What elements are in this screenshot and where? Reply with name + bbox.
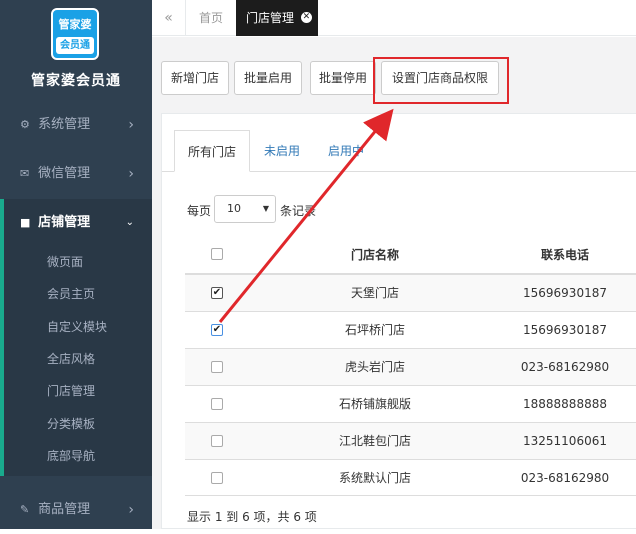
table-row: ✔ 天堡门店 15696930187 xyxy=(185,274,636,311)
row-checkbox[interactable] xyxy=(211,472,223,484)
tab-label: 门店管理 xyxy=(246,11,295,25)
column-header-name: 门店名称 xyxy=(350,248,399,262)
select-all-checkbox[interactable] xyxy=(211,248,223,260)
envelope-icon: ✉ xyxy=(20,167,30,180)
column-header-phone: 联系电话 xyxy=(540,248,589,262)
store-name-cell: 虎头岩门店 xyxy=(344,360,405,374)
store-phone-cell: 18888888888 xyxy=(523,397,607,411)
pagination-info: 显示 1 到 6 项，共 6 项 xyxy=(187,510,317,524)
submenu-item-store-style[interactable]: 全店风格 xyxy=(47,349,95,369)
tab-home[interactable]: 首页 xyxy=(186,0,236,36)
sidebar-item-goods[interactable]: ✎ 商品管理 › xyxy=(0,486,152,534)
sidebar-item-system[interactable]: ⚙ 系统管理 › xyxy=(0,101,152,149)
per-page-label: 每页 xyxy=(187,204,212,218)
tab-bar: « 首页 门店管理 ✕ xyxy=(152,0,636,36)
store-phone-cell: 15696930187 xyxy=(523,323,607,337)
chevron-right-icon: › xyxy=(128,117,134,133)
submenu-item-category-template[interactable]: 分类模板 xyxy=(47,414,95,434)
row-checkbox[interactable] xyxy=(211,435,223,447)
sidebar-item-wechat[interactable]: ✉ 微信管理 › xyxy=(0,150,152,198)
tab-store-management[interactable]: 门店管理 ✕ xyxy=(236,0,318,36)
table-row: 虎头岩门店 023-68162980 xyxy=(185,348,636,385)
edit-icon: ✎ xyxy=(20,503,30,516)
batch-disable-button[interactable]: 批量停用 xyxy=(310,61,376,95)
store-name-cell: 江北鞋包门店 xyxy=(338,434,411,448)
store-name-cell: 石坪桥门店 xyxy=(344,323,405,337)
chevron-right-icon: › xyxy=(128,502,134,518)
row-checkbox[interactable]: ✔ xyxy=(211,287,223,299)
caret-down-icon: ▼ xyxy=(262,204,269,213)
sidebar-item-label: 店铺管理 xyxy=(38,215,91,230)
tab-all-stores[interactable]: 所有门店 xyxy=(174,130,250,172)
sidebar-item-label: 系统管理 xyxy=(38,117,91,132)
per-page-value: 10 xyxy=(227,202,241,215)
chevron-down-icon: ⌄ xyxy=(125,217,134,228)
sidebar-item-label: 微信管理 xyxy=(38,166,91,181)
store-phone-cell: 15696930187 xyxy=(523,286,607,300)
store-table: 门店名称 联系电话 ✔ 天堡门店 15696930187 ✔ 石坪桥门店 156… xyxy=(185,236,636,496)
shop-submenu: 微页面 会员主页 自定义模块 全店风格 门店管理 分类模板 底部导航 xyxy=(0,246,152,476)
submenu-item-member-home[interactable]: 会员主页 xyxy=(47,284,95,304)
store-icon: ■ xyxy=(20,216,31,229)
store-phone-cell: 023-68162980 xyxy=(520,471,610,485)
logo-text-top: 管家婆 xyxy=(58,18,92,31)
tab-disabled-stores[interactable]: 未启用 xyxy=(250,130,314,172)
submenu-item-custom-module[interactable]: 自定义模块 xyxy=(47,317,107,337)
table-row: 石桥铺旗舰版 18888888888 xyxy=(185,385,636,422)
store-phone-cell: 13251106061 xyxy=(523,434,607,448)
submenu-item-micropage[interactable]: 微页面 xyxy=(47,252,83,272)
add-store-button[interactable]: 新增门店 xyxy=(161,61,229,95)
store-name-cell: 石桥铺旗舰版 xyxy=(338,397,411,411)
row-checkbox[interactable] xyxy=(211,398,223,410)
gear-icon: ⚙ xyxy=(20,118,30,131)
sidebar: 管家婆 会员通 管家婆会员通 ⚙ 系统管理 › ✉ 微信管理 › ■ 店铺管理 … xyxy=(0,0,152,529)
scroll-left-button[interactable]: « xyxy=(152,0,186,36)
logo-text-bottom: 会员通 xyxy=(56,37,94,54)
table-header-row: 门店名称 联系电话 xyxy=(185,236,636,274)
sidebar-item-label: 商品管理 xyxy=(38,502,91,517)
row-checkbox[interactable]: ✔ xyxy=(211,324,223,336)
tab-enabled-stores[interactable]: 启用中 xyxy=(314,130,378,172)
double-chevron-left-icon: « xyxy=(164,10,173,26)
chevron-right-icon: › xyxy=(128,166,134,182)
close-icon[interactable]: ✕ xyxy=(300,12,312,23)
table-row: 江北鞋包门店 13251106061 xyxy=(185,422,636,459)
per-page-select[interactable]: 10 ▼ xyxy=(214,195,276,223)
row-checkbox[interactable] xyxy=(211,361,223,373)
batch-enable-button[interactable]: 批量启用 xyxy=(234,61,302,95)
table-row: 系统默认门店 023-68162980 xyxy=(185,459,636,496)
store-name-cell: 系统默认门店 xyxy=(338,471,411,485)
app-logo: 管家婆 会员通 xyxy=(51,8,99,60)
store-phone-cell: 023-68162980 xyxy=(520,360,610,374)
submenu-item-store-management[interactable]: 门店管理 xyxy=(47,381,95,401)
table-row: ✔ 石坪桥门店 15696930187 xyxy=(185,311,636,348)
records-label: 条记录 xyxy=(280,204,317,218)
store-panel: 所有门店 未启用 启用中 每页 10 ▼ 条记录 门店名称 联系电话 ✔ 天堡门… xyxy=(161,113,636,529)
store-name-cell: 天堡门店 xyxy=(350,286,399,300)
highlight-box xyxy=(373,57,509,104)
sidebar-item-shop[interactable]: ■ 店铺管理 ⌄ xyxy=(0,199,152,247)
brand-name: 管家婆会员通 xyxy=(31,73,121,89)
submenu-item-bottom-nav[interactable]: 底部导航 xyxy=(47,446,95,466)
